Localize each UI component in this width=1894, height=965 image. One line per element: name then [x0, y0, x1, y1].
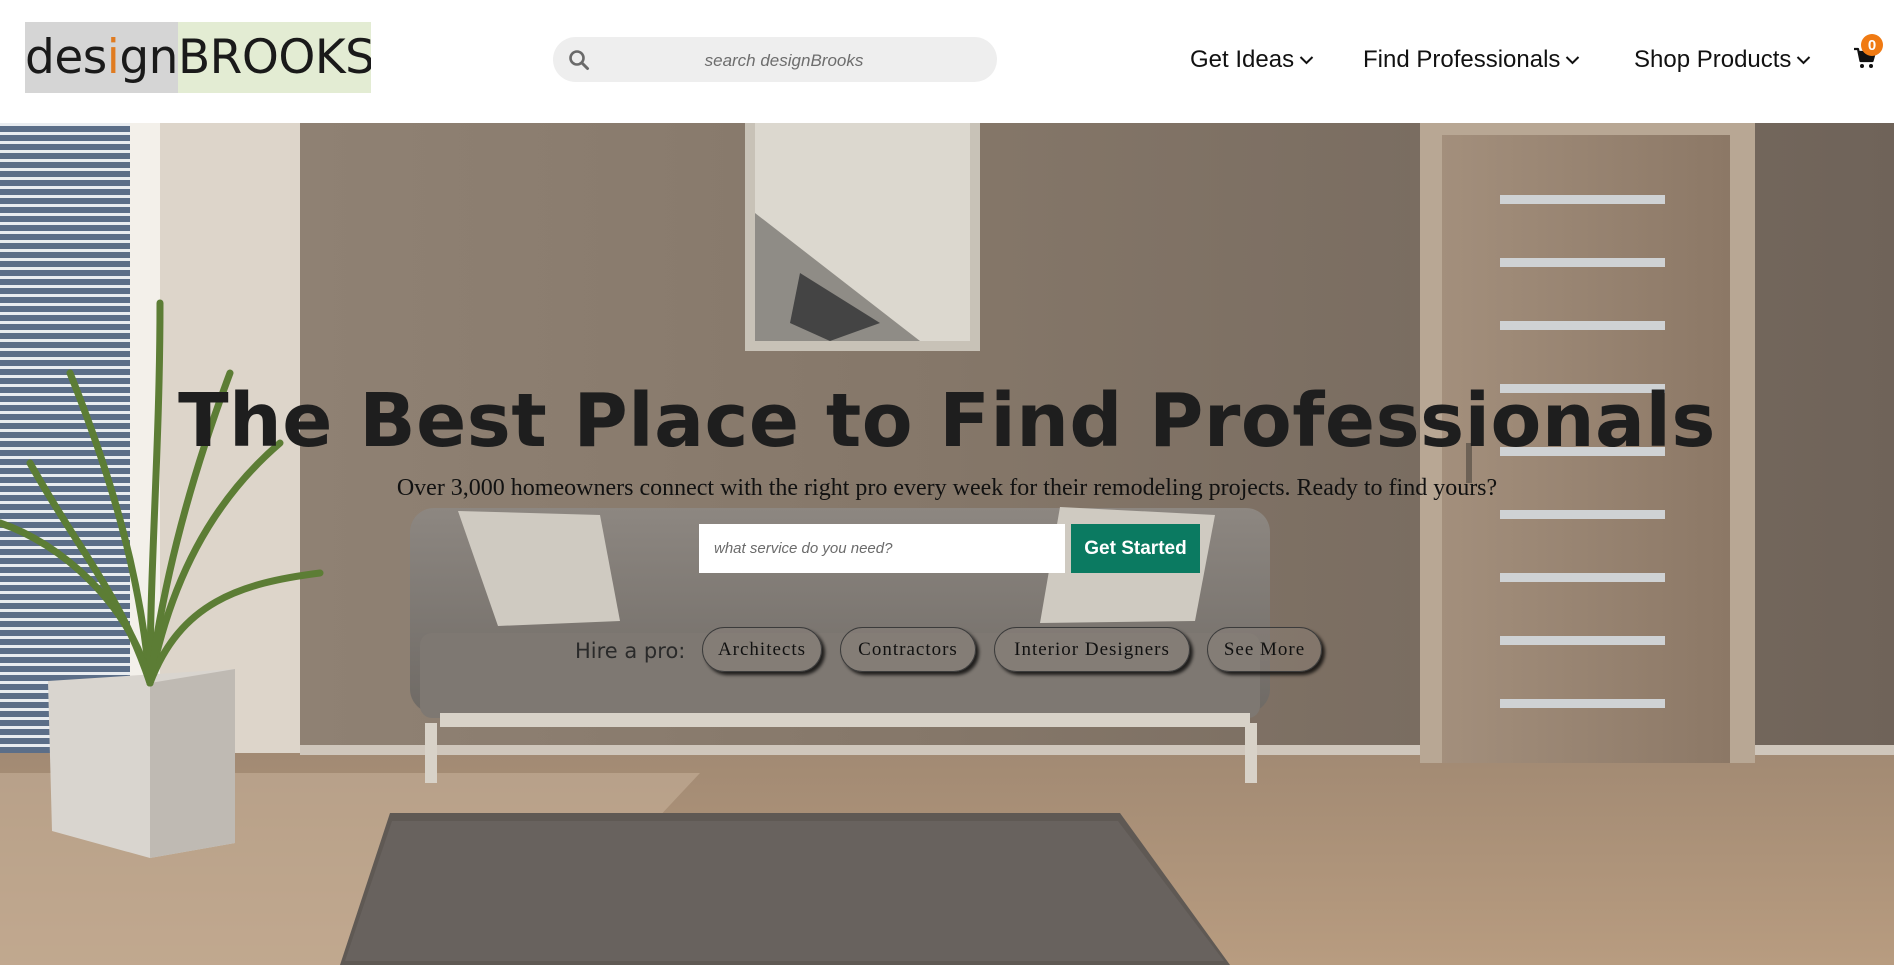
pill-architects-label: Architects [717, 638, 807, 660]
chevron-down-icon [1566, 56, 1580, 65]
get-started-button[interactable]: Get Started [1071, 524, 1200, 573]
logo-text-i: i [106, 30, 120, 85]
pill-see-more-label: See More [1223, 638, 1306, 660]
logo-right-block: BROOKS [177, 22, 371, 93]
pill-interior-designers-label: Interior Designers [1014, 638, 1170, 660]
nav-find-professionals[interactable]: Find Professionals [1363, 43, 1580, 77]
nav-get-ideas[interactable]: Get Ideas [1190, 43, 1314, 77]
hero-title: The Best Place to Find Professionals [178, 378, 1716, 464]
hire-a-pro-label: Hire a pro: [575, 639, 686, 663]
cart-count-badge: 0 [1861, 34, 1883, 56]
site-search [553, 37, 997, 84]
nav-shop-products[interactable]: Shop Products [1634, 43, 1811, 77]
pill-architects[interactable]: Architects [702, 627, 822, 672]
pill-contractors[interactable]: Contractors [840, 627, 976, 672]
nav-shop-products-label: Shop Products [1634, 46, 1792, 73]
nav-get-ideas-label: Get Ideas [1190, 46, 1295, 73]
chevron-down-icon [1299, 56, 1314, 65]
logo-left-block: des i gn [25, 22, 178, 93]
pill-interior-designers[interactable]: Interior Designers [994, 627, 1190, 672]
site-search-input[interactable] [597, 37, 971, 84]
service-search-input[interactable] [699, 524, 1065, 573]
logo-text-des: des [25, 30, 107, 85]
pill-contractors-label: Contractors [858, 638, 958, 660]
hero-section: The Best Place to Find Professionals Ove… [0, 123, 1894, 965]
pill-see-more[interactable]: See More [1207, 627, 1322, 672]
logo-text-gn: gn [119, 30, 178, 85]
brand-logo[interactable]: des i gn BROOKS [25, 22, 371, 93]
chevron-down-icon [1797, 56, 1811, 65]
nav-find-professionals-label: Find Professionals [1363, 46, 1561, 73]
search-icon[interactable] [567, 48, 591, 72]
hero-subtitle: Over 3,000 homeowners connect with the r… [396, 475, 1498, 501]
logo-text-brooks: BROOKS [177, 30, 371, 85]
site-header: design BROOKS Get Ideas Find Professiona… [0, 0, 1894, 123]
